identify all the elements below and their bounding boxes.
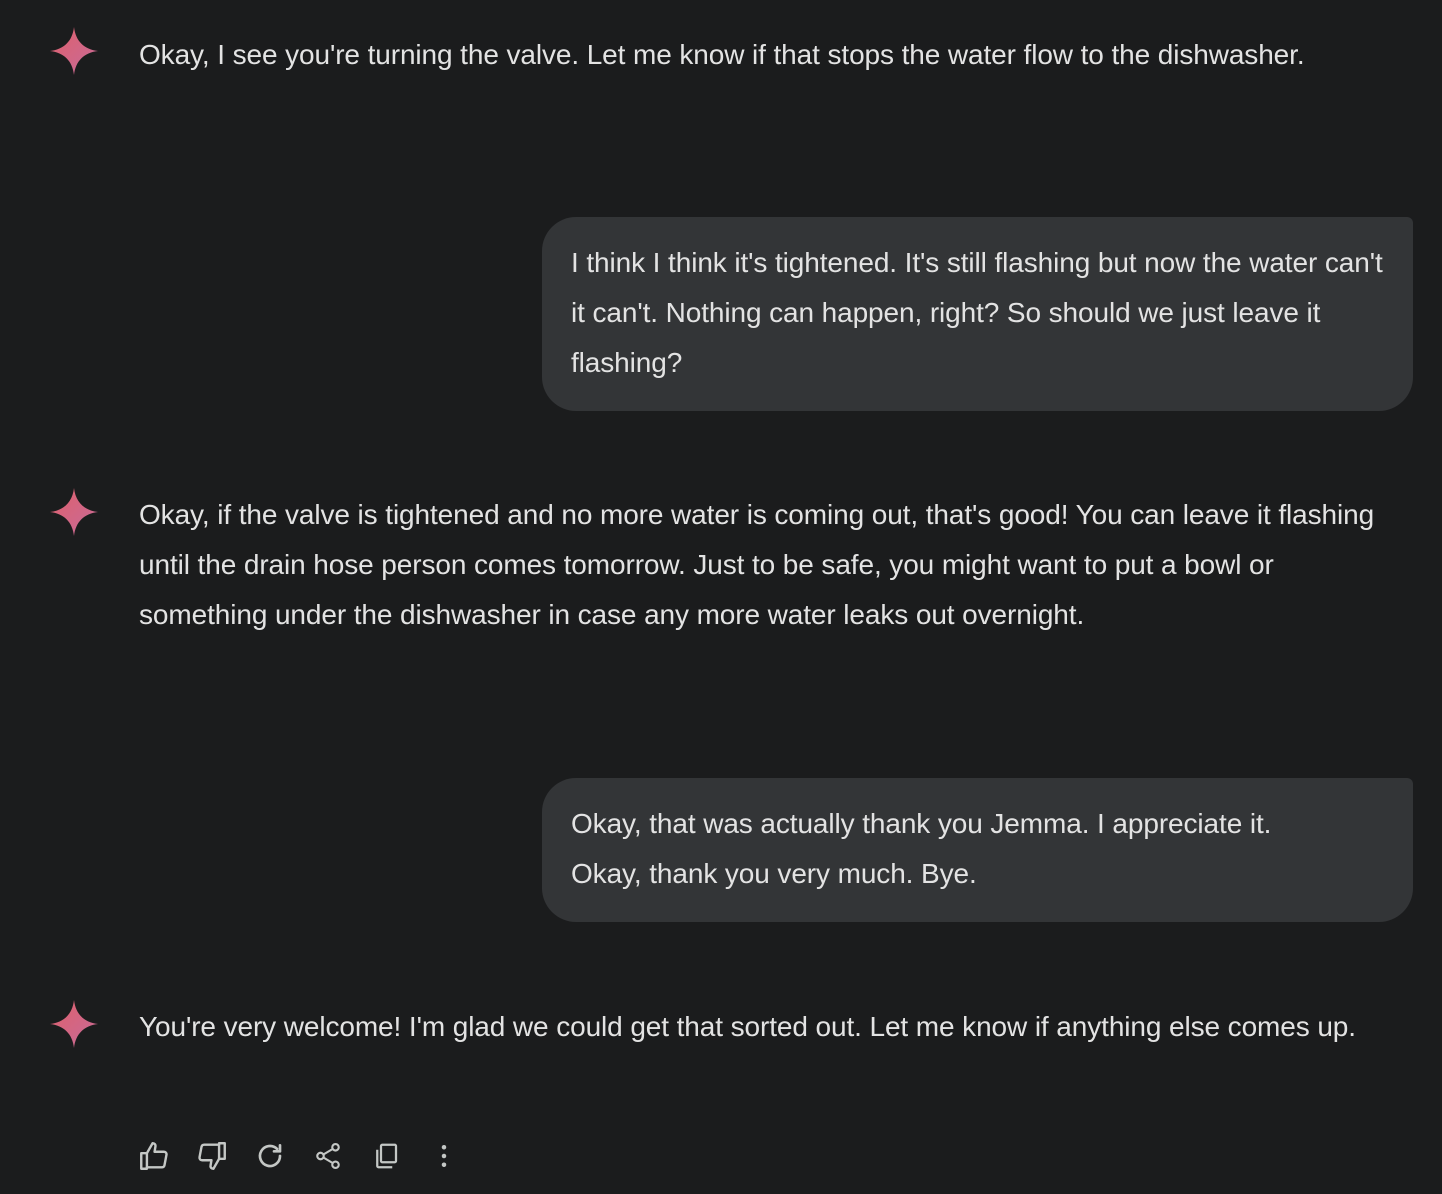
- conversation-thread: Okay, I see you're turning the valve. Le…: [0, 0, 1442, 1194]
- more-vert-icon: [441, 1145, 447, 1167]
- thumb-up-icon: [140, 1142, 168, 1170]
- share-button[interactable]: [310, 1138, 346, 1174]
- response-actions-bar: [136, 1138, 484, 1174]
- more-options-button[interactable]: [426, 1138, 462, 1174]
- model-response-text: Okay, I see you're turning the valve. Le…: [139, 39, 1305, 70]
- share-icon: [316, 1142, 340, 1170]
- gemini-spark-icon: [46, 23, 102, 79]
- copy-icon: [376, 1143, 398, 1169]
- thumb-down-button[interactable]: [194, 1138, 230, 1174]
- copy-button[interactable]: [368, 1138, 404, 1174]
- user-message-bubble: Okay, that was actually thank you Jemma.…: [542, 778, 1413, 922]
- gemini-spark-icon: [46, 484, 102, 540]
- thumb-up-button[interactable]: [136, 1138, 172, 1174]
- thumb-down-icon: [198, 1142, 226, 1170]
- user-message-bubble: I think I think it's tightened. It's sti…: [542, 217, 1413, 411]
- model-response-text: Okay, if the valve is tightened and no m…: [139, 499, 1375, 630]
- regenerate-icon: [258, 1144, 282, 1168]
- gemini-spark-icon: [46, 996, 102, 1052]
- model-response-text: You're very welcome! I'm glad we could g…: [139, 1011, 1356, 1042]
- regenerate-button[interactable]: [252, 1138, 288, 1174]
